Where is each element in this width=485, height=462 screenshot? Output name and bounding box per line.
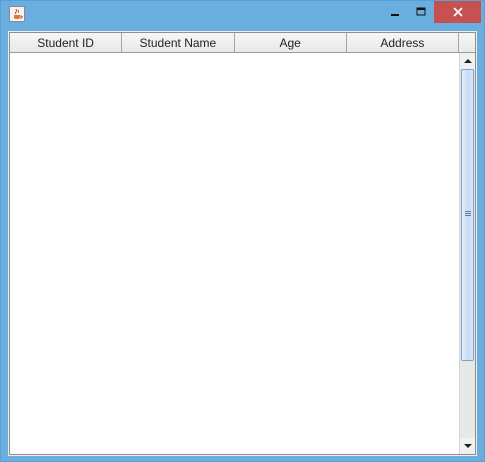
java-cup-icon[interactable] [9,6,25,22]
maximize-button[interactable] [408,1,434,23]
minimize-button[interactable] [382,1,408,23]
column-header-address[interactable]: Address [347,33,459,52]
scroll-up-arrow-icon [463,59,472,63]
header-corner [459,33,475,53]
close-icon [452,7,463,17]
scrollbar-thumb[interactable] [461,69,474,361]
minimize-icon [391,14,399,16]
grip-icon [465,211,471,216]
column-header-student-id[interactable]: Student ID [10,33,123,52]
scroll-down-arrow-icon [463,444,472,448]
close-button[interactable] [434,1,481,23]
scroll-down-button[interactable] [460,438,475,454]
content-pane: Student ID Student Name Age Address [8,31,477,456]
app-window: Student ID Student Name Age Address [0,0,485,462]
maximize-icon [416,7,426,16]
table-header: Student ID Student Name Age Address [10,33,459,53]
table-body[interactable] [10,53,459,454]
column-header-student-name[interactable]: Student Name [122,33,235,52]
column-header-age[interactable]: Age [235,33,347,52]
table-scroll-pane: Student ID Student Name Age Address [9,32,476,455]
vertical-scrollbar[interactable] [459,53,475,454]
title-bar[interactable] [1,1,484,29]
scroll-up-button[interactable] [460,53,475,69]
